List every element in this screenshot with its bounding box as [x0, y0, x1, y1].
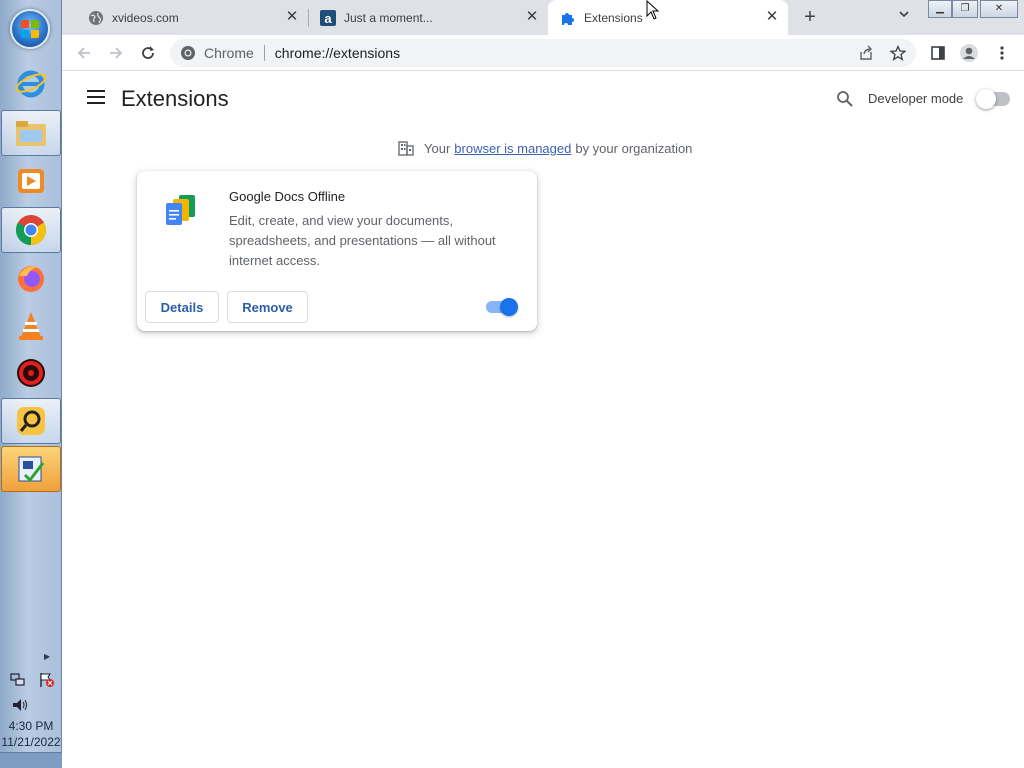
chrome-icon [15, 215, 47, 245]
profile-button[interactable] [957, 41, 981, 65]
checklist-app-icon [18, 456, 45, 483]
reload-button[interactable] [136, 41, 160, 65]
close-tab-icon[interactable]: ✕ [284, 9, 300, 25]
tab-just-a-moment[interactable]: a Just a moment... ✕ [308, 0, 548, 35]
star-icon [890, 45, 906, 61]
search-icon[interactable] [836, 90, 854, 108]
tab-extensions[interactable]: Extensions ✕ [548, 0, 788, 35]
volume-icon[interactable] [12, 697, 28, 713]
tab-title: Extensions [584, 10, 643, 25]
search-app-icon [17, 407, 45, 435]
windows-logo-icon [21, 20, 39, 38]
firefox-icon [18, 266, 44, 292]
globe-icon [89, 10, 103, 25]
address-bar[interactable]: Chrome chrome://extensions [170, 39, 916, 67]
extension-name: Google Docs Offline [229, 189, 346, 204]
reload-icon [142, 46, 154, 59]
close-tab-icon[interactable]: ✕ [524, 9, 540, 25]
new-tab-button[interactable]: + [798, 6, 822, 30]
vlc-icon [19, 312, 43, 340]
restore-button[interactable]: ❐ [952, 0, 978, 18]
details-button[interactable]: Details [145, 291, 219, 323]
forward-arrow-icon [110, 47, 123, 59]
taskbar-chrome[interactable] [1, 207, 61, 253]
taskbar-file-explorer[interactable] [1, 110, 61, 156]
building-icon [398, 141, 414, 156]
managed-notice: Your browser is managed by your organiza… [398, 140, 692, 156]
tab-search-chevron-icon[interactable] [894, 8, 914, 28]
windows-taskbar: ▶ 4:30 PM 11/21/2022 [0, 0, 62, 768]
managed-prefix: Your [424, 140, 451, 156]
taskbar-checklist-app[interactable] [1, 446, 61, 492]
developer-mode-toggle[interactable] [976, 89, 1010, 109]
taskbar-firefox[interactable] [1, 255, 61, 301]
folder-icon [16, 121, 46, 146]
page-title: Extensions [121, 86, 229, 111]
hamburger-menu-icon[interactable] [87, 90, 105, 104]
avatar-icon [960, 44, 978, 62]
svg-text:a: a [324, 11, 332, 26]
tab-title: Just a moment... [344, 10, 433, 25]
taskbar-internet-explorer[interactable] [1, 60, 61, 106]
chrome-logo-icon [181, 46, 195, 60]
extension-description: Edit, create, and view your documents, s… [229, 213, 496, 268]
close-tab-icon[interactable]: ✕ [764, 9, 780, 25]
action-center-flag-icon[interactable] [38, 672, 54, 688]
internet-explorer-icon [15, 70, 47, 98]
clock-date: 11/21/2022 [1, 735, 61, 749]
back-arrow-icon [77, 47, 90, 59]
managed-suffix: by your organization [575, 140, 693, 156]
extension-card: Google Docs Offline Edit, create, and vi… [137, 171, 537, 331]
tab-title: xvideos.com [112, 10, 179, 25]
url-text[interactable]: chrome://extensions [275, 45, 400, 61]
taskbar-search-app[interactable] [1, 398, 61, 444]
mouse-cursor-icon [646, 0, 660, 20]
clock-time: 4:30 PM [8, 719, 54, 733]
google-docs-offline-icon [166, 195, 195, 225]
tab-xvideos[interactable]: xvideos.com ✕ [70, 0, 309, 35]
side-panel-icon [931, 46, 945, 60]
system-tray [10, 672, 54, 688]
browser-toolbar: Chrome chrome://extensions [62, 35, 1024, 71]
developer-mode-label: Developer mode [868, 91, 964, 106]
share-button[interactable] [854, 41, 878, 65]
media-player-icon [18, 169, 44, 193]
tray-expand-icon[interactable]: ▶ [44, 652, 50, 661]
chrome-window: xvideos.com ✕ a Just a moment... ✕ Exten… [62, 0, 1024, 768]
site-chip[interactable]: Chrome [180, 45, 254, 61]
screen: ▶ 4:30 PM 11/21/2022 xvideos.com ✕ a Jus… [0, 0, 1024, 768]
taskbar-red-app[interactable] [1, 350, 61, 396]
taskbar-clock[interactable]: 4:30 PM 11/21/2022 [0, 718, 62, 750]
show-desktop-button[interactable] [0, 752, 62, 768]
extension-enabled-toggle[interactable] [486, 298, 518, 316]
browser-managed-link[interactable]: browser is managed [454, 141, 571, 156]
taskbar-vlc[interactable] [1, 303, 61, 349]
remove-button[interactable]: Remove [227, 291, 308, 323]
chrome-menu-button[interactable] [990, 41, 1014, 65]
network-icon[interactable] [10, 672, 26, 688]
taskbar-media-player[interactable] [1, 158, 61, 204]
minimize-button[interactable]: ▁ [928, 0, 952, 18]
start-button[interactable] [10, 9, 50, 49]
back-button[interactable] [72, 41, 96, 65]
tab-strip: xvideos.com ✕ a Just a moment... ✕ Exten… [62, 0, 1024, 35]
kebab-menu-icon [1000, 46, 1004, 60]
a-favicon-icon: a [320, 9, 336, 26]
share-icon [860, 45, 872, 60]
close-window-button[interactable]: ✕ [980, 0, 1018, 18]
site-chip-label: Chrome [204, 45, 254, 61]
bookmark-button[interactable] [886, 41, 910, 65]
red-app-icon [17, 359, 45, 387]
forward-button[interactable] [104, 41, 128, 65]
side-panel-button[interactable] [926, 41, 950, 65]
extensions-page: Extensions Developer mode Your browser i… [62, 71, 1024, 768]
puzzle-icon [562, 12, 574, 25]
